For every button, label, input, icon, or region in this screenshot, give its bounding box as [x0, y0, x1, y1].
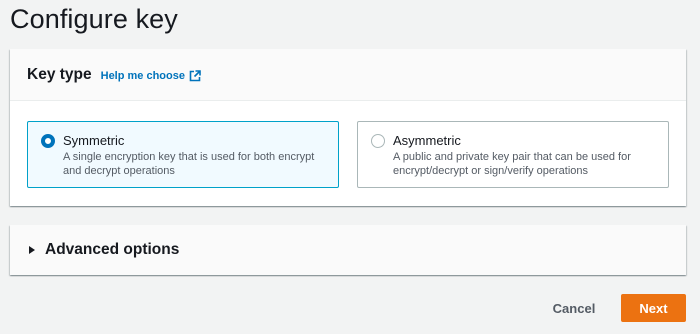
external-link-icon [189, 69, 201, 81]
next-button[interactable]: Next [621, 294, 686, 322]
asymmetric-description: A public and private key pair that can b… [393, 151, 631, 177]
symmetric-description: A single encryption key that is used for… [63, 151, 315, 177]
symmetric-radio[interactable] [41, 134, 55, 148]
asymmetric-radio[interactable] [371, 134, 385, 148]
help-me-choose-link[interactable]: Help me choose [101, 70, 201, 82]
key-type-heading: Key type [27, 65, 92, 83]
cancel-button[interactable]: Cancel [538, 295, 610, 321]
advanced-options-heading: Advanced options [45, 241, 180, 258]
key-type-options: Symmetric A single encryption key that i… [27, 121, 669, 188]
advanced-options-expander[interactable]: Advanced options [10, 225, 686, 275]
asymmetric-option[interactable]: Asymmetric A public and private key pair… [357, 121, 669, 188]
symmetric-option[interactable]: Symmetric A single encryption key that i… [27, 121, 339, 188]
asymmetric-label: Asymmetric [393, 133, 461, 148]
caret-right-icon [29, 246, 35, 254]
help-link-label: Help me choose [100, 69, 185, 82]
page-title: Configure key [10, 4, 178, 34]
symmetric-label: Symmetric [63, 133, 125, 148]
key-type-header: Key type Help me choose [10, 49, 686, 101]
key-type-panel: Key type Help me choose Symmetric A sing… [10, 49, 686, 206]
